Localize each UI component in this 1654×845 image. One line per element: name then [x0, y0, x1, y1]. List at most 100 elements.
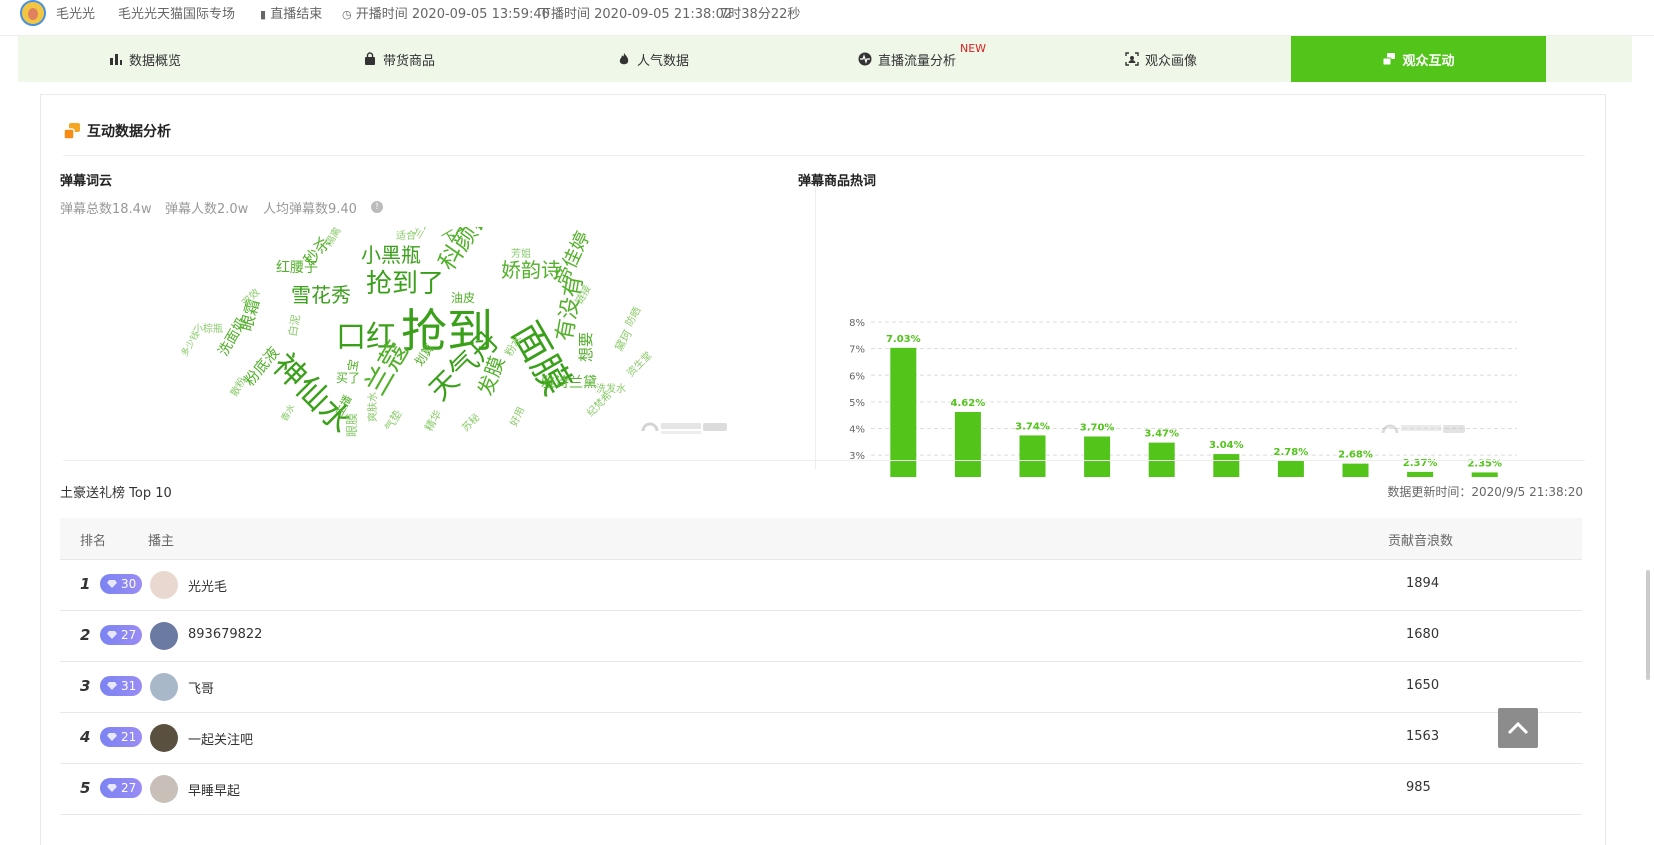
tab-overview[interactable]: 数据概览 [18, 36, 272, 82]
user-avatar[interactable] [150, 622, 178, 650]
user-avatar[interactable] [150, 673, 178, 701]
header-value: 贡献音浪数 [1388, 534, 1454, 549]
user-avatar[interactable] [150, 775, 178, 803]
y-tick-label: 8% [849, 318, 865, 329]
interaction-icon [1382, 53, 1396, 66]
rank-number: 1 [80, 575, 91, 593]
anchor-name[interactable]: 毛光光 [56, 3, 95, 22]
tab-label: 数据概览 [128, 53, 181, 69]
diamond-icon [107, 784, 117, 792]
bar-value-label: 3.70% [1080, 422, 1115, 433]
user-name[interactable]: 早睡早起 [188, 780, 240, 799]
word-cloud-word: 想要 [577, 332, 595, 362]
tab-popularity[interactable]: 人气数据 [526, 36, 780, 82]
word-cloud-word: 香水 [278, 402, 297, 424]
word-cloud-word: 爽肤水 [366, 392, 379, 422]
duration: 7时38分22秒 [720, 7, 801, 22]
tab-traffic[interactable]: 直播流量分析 NEW [780, 36, 1034, 82]
word-cloud-word: 多少钱 [181, 329, 202, 358]
level-badge: 30 [100, 574, 142, 594]
word-cloud-word: 黛珂 [612, 328, 634, 354]
pulse-icon [858, 52, 872, 66]
anchor-avatar[interactable] [20, 0, 46, 26]
table-row: 3 31 飞哥 1650 [60, 662, 1582, 713]
word-cloud: 抢到 面膜口红神仙水抢到了兰蔻 天气丹科颜氏小黑瓶雪花秀娇韵诗有没有帝佳婷发膜红腰子… [181, 227, 654, 441]
word-cloud-word: 宝 [345, 358, 361, 372]
word-cloud-word: 防晒 [622, 305, 643, 329]
tab-label: 带货商品 [382, 53, 435, 69]
hotwords-title: 弹幕商品热词 [798, 174, 877, 189]
gift-ranking-table: 排名 播主 贡献音浪数 1 30 光光毛 1894 2 27 893679822… [60, 518, 1582, 815]
table-row: 1 30 光光毛 1894 [60, 560, 1582, 611]
word-cloud-word: 雅诗兰黛 [541, 375, 597, 391]
user-name[interactable]: 一起关注吧 [188, 729, 253, 748]
divider [63, 155, 1585, 156]
vertical-divider [815, 179, 816, 469]
bar-chart-icon [109, 54, 122, 65]
level-badge: 27 [100, 778, 142, 798]
flame-icon [619, 53, 629, 65]
bar [1471, 472, 1498, 477]
tab-label: 观众画像 [1144, 53, 1197, 69]
portrait-scan-icon [1125, 52, 1139, 66]
diamond-icon [107, 733, 117, 741]
bar [1019, 435, 1046, 477]
header-rank: 排名 [80, 534, 107, 549]
user-avatar[interactable] [150, 724, 178, 752]
word-cloud-word: 雪花秀 [291, 283, 351, 307]
level-badge: 27 [100, 625, 142, 645]
bar-value-label: 2.78% [1274, 447, 1309, 458]
word-cloud-word: 气垫 [381, 407, 404, 433]
y-tick-label: 5% [849, 398, 865, 409]
contribution-value: 1894 [1406, 576, 1440, 591]
new-badge: NEW [960, 42, 987, 55]
y-tick-label: 4% [849, 425, 865, 436]
update-time: 数据更新时间：2020/9/5 21:38:20 [1387, 485, 1583, 499]
section-title: 互动数据分析 [63, 121, 171, 141]
table-header: 排名 播主 贡献音浪数 [60, 518, 1582, 560]
word-cloud-word: 好用 [508, 405, 527, 428]
user-name[interactable]: 飞哥 [188, 678, 214, 697]
contribution-value: 985 [1406, 780, 1431, 795]
scrollbar[interactable] [1646, 570, 1650, 680]
contribution-value: 1650 [1406, 678, 1440, 693]
word-cloud-word: 芳姐 [511, 247, 531, 260]
bar-value-label: 3.47% [1144, 429, 1179, 440]
user-avatar[interactable] [150, 571, 178, 599]
bar [1342, 463, 1369, 477]
word-cloud-word: 眼膜 [345, 413, 359, 437]
tab-label: 人气数据 [636, 53, 689, 69]
tab-products[interactable]: 带货商品 [272, 36, 526, 82]
user-name[interactable]: 893679822 [188, 627, 262, 642]
bar-value-label: 3.74% [1015, 421, 1050, 432]
shopping-bag-icon [364, 52, 375, 65]
word-cloud-word: 苏秘 [459, 411, 482, 434]
rank-number: 3 [80, 677, 91, 695]
word-cloud-word: 精华 [421, 407, 444, 433]
rank-number: 2 [80, 626, 91, 644]
bar-value-label: 2.68% [1338, 450, 1373, 461]
tab-audience-interaction[interactable]: 观众互动 [1291, 36, 1546, 82]
hotwords-bar-chart: 0%1%2%3%4%5%6%7%8%7.03%抢到4.62%面膜3.74%口红3… [849, 318, 1517, 477]
level-badge: 21 [100, 727, 142, 747]
bar-value-label: 4.62% [951, 398, 986, 409]
word-cloud-word: 资生堂 [624, 349, 654, 379]
danmu-total: 弹幕总数18.4w [60, 202, 152, 217]
tab-bar: 数据概览 带货商品 人气数据 直播流量分析 NEW 观众画像 观众互动 [18, 36, 1632, 82]
contribution-value: 1680 [1406, 627, 1440, 642]
divider [63, 460, 1585, 461]
bar [1407, 471, 1434, 477]
tab-label: 观众互动 [1402, 53, 1455, 69]
tab-audience-profile[interactable]: 观众画像 [1034, 36, 1288, 82]
bar [954, 411, 981, 477]
info-icon[interactable]: ! [371, 201, 383, 213]
word-cloud-word: 洗面奶 [216, 315, 251, 359]
back-to-top-button[interactable] [1498, 708, 1538, 748]
y-tick-label: 7% [849, 345, 865, 356]
user-name[interactable]: 光光毛 [188, 576, 227, 595]
word-cloud-word: 白泥 [285, 313, 303, 337]
rank-number: 4 [80, 728, 91, 746]
table-row: 5 27 早睡早起 985 [60, 764, 1582, 815]
y-tick-label: 6% [849, 371, 865, 382]
clock-icon: ◷ [342, 8, 352, 21]
